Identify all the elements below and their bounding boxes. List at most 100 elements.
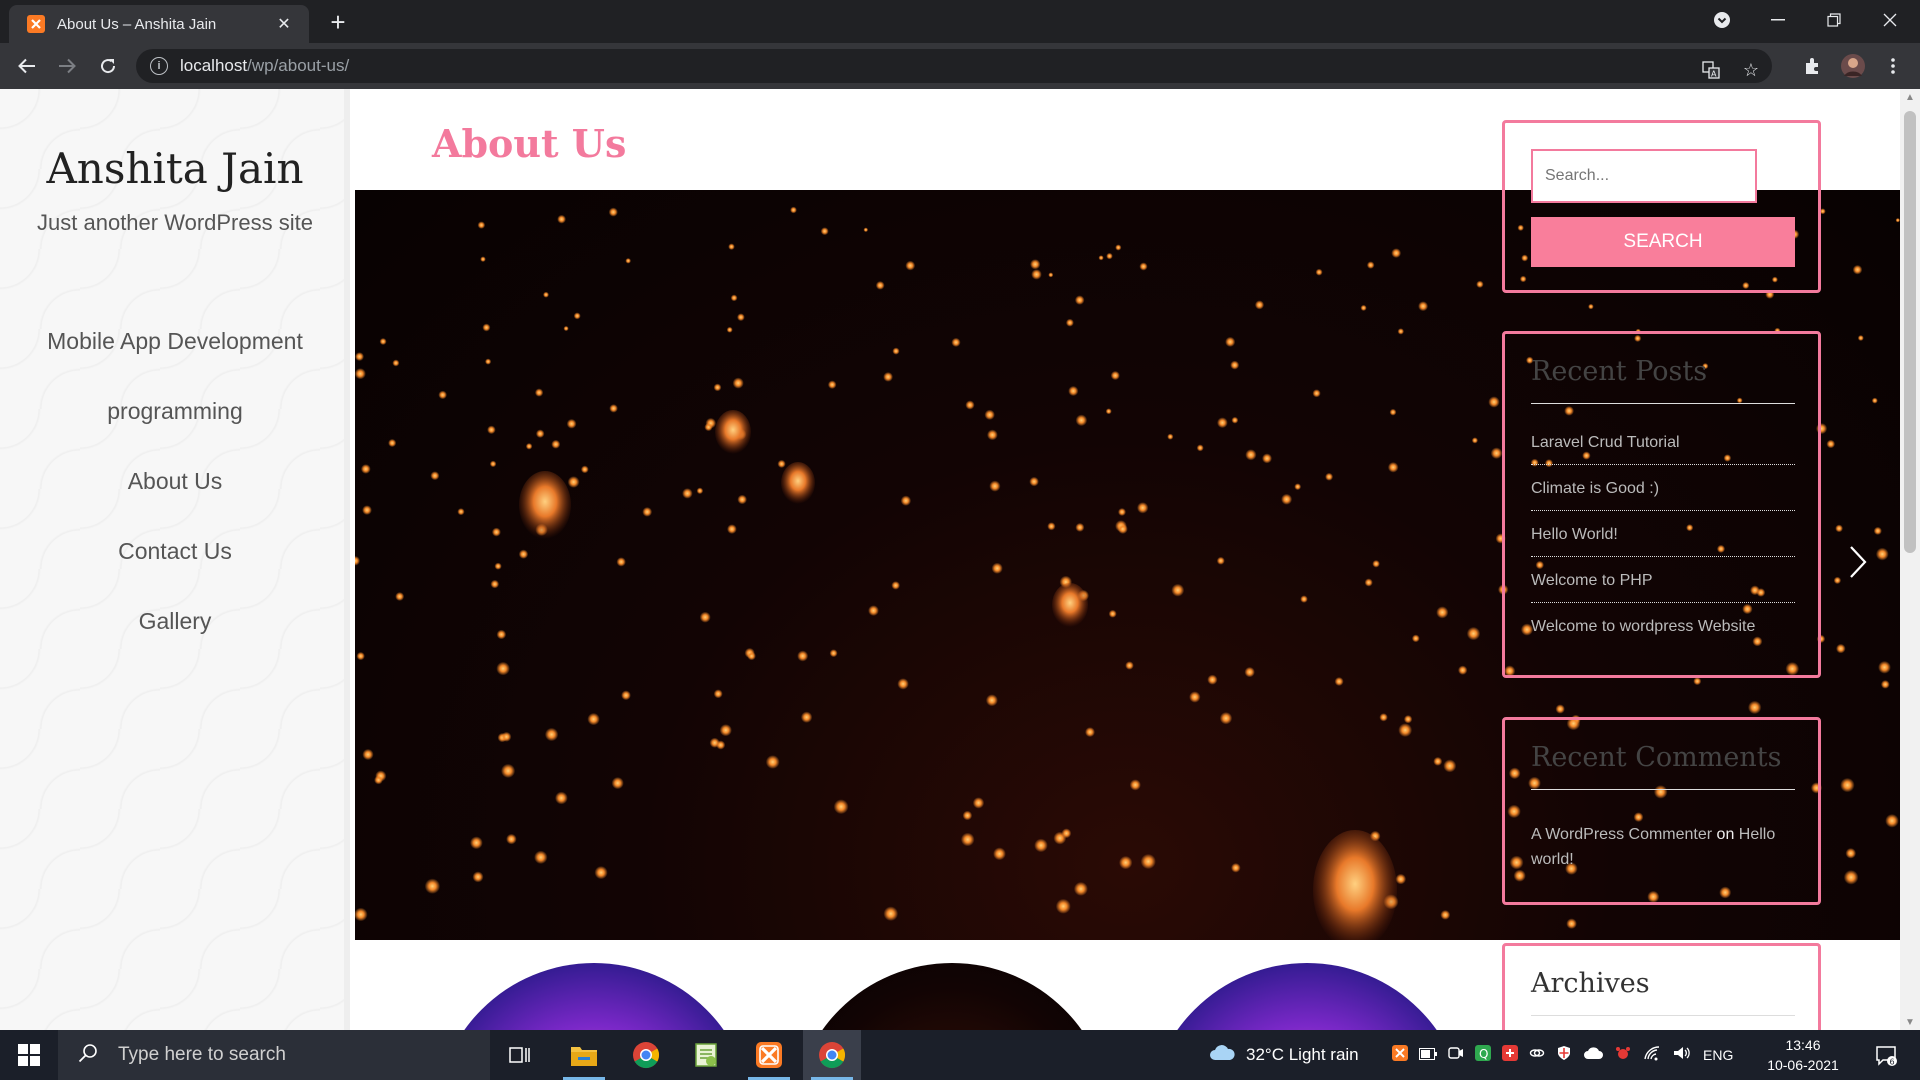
- restore-icon[interactable]: [1806, 0, 1862, 40]
- lantern-glow: [1225, 336, 1236, 347]
- lantern-glow: [1364, 578, 1373, 587]
- lantern-glow: [989, 480, 1001, 492]
- windows-taskbar: Type here to search 32°C Light rain Q EN…: [0, 1030, 1920, 1080]
- weather-widget[interactable]: 32°C Light rain: [1208, 1030, 1359, 1080]
- browser-tab[interactable]: About Us – Anshita Jain ✕: [9, 5, 309, 43]
- translate-icon[interactable]: A: [1696, 55, 1726, 85]
- file-explorer-icon[interactable]: [555, 1030, 613, 1080]
- chrome-icon[interactable]: [617, 1030, 675, 1080]
- wifi-icon[interactable]: [1643, 1045, 1661, 1066]
- security-shield-icon[interactable]: [1556, 1045, 1572, 1066]
- lantern-glow: [1389, 408, 1397, 416]
- lantern-glow: [987, 429, 998, 441]
- search-button[interactable]: SEARCH: [1531, 217, 1795, 267]
- forward-icon[interactable]: [52, 51, 82, 81]
- lantern-glow: [777, 459, 786, 468]
- recent-post-link[interactable]: Hello World!: [1531, 526, 1795, 557]
- recent-post-link[interactable]: Laravel Crud Tutorial: [1531, 434, 1795, 465]
- lantern-glow: [611, 777, 624, 790]
- gallery-thumbnail-purple-sky-2[interactable]: [1148, 963, 1466, 1030]
- close-window-icon[interactable]: [1862, 0, 1918, 40]
- recent-post-link[interactable]: Welcome to wordpress Website: [1531, 618, 1795, 648]
- battery-icon[interactable]: [1419, 1045, 1437, 1065]
- lantern-glow: [682, 488, 693, 499]
- lantern-glow: [567, 476, 580, 488]
- profile-avatar[interactable]: [1838, 51, 1868, 81]
- page-title: About Us: [432, 121, 627, 166]
- windows-start-icon[interactable]: [0, 1030, 58, 1080]
- lantern-glow: [1466, 626, 1481, 641]
- menu-item-contact-us[interactable]: Contact Us: [0, 538, 350, 565]
- notepad-plus-plus-icon[interactable]: [677, 1030, 735, 1080]
- recent-post-link[interactable]: Welcome to PHP: [1531, 572, 1795, 603]
- menu-item-gallery[interactable]: Gallery: [0, 608, 350, 635]
- new-tab-button[interactable]: +: [324, 7, 352, 37]
- lantern-glow: [900, 495, 912, 506]
- lantern-glow: [355, 907, 368, 922]
- lantern-glow: [557, 214, 566, 224]
- lantern-glow: [726, 326, 733, 333]
- lantern-glow: [543, 291, 549, 298]
- lantern-glow: [800, 711, 813, 723]
- scroll-down-arrow-icon[interactable]: ▼: [1900, 1014, 1920, 1030]
- menu-item-mobile-app-development[interactable]: Mobile App Development: [0, 328, 350, 355]
- page-scrollbar[interactable]: ▲ ▼: [1900, 89, 1920, 1030]
- task-view-icon[interactable]: [490, 1030, 548, 1080]
- site-info-icon[interactable]: i: [150, 57, 168, 75]
- antivirus-red-icon[interactable]: [1614, 1045, 1632, 1066]
- taskbar-clock[interactable]: 13:46 10-06-2021: [1748, 1035, 1858, 1075]
- slider-next-chevron-icon[interactable]: [1848, 545, 1878, 585]
- lantern-glow: [1433, 756, 1443, 766]
- lantern-glow: [1488, 396, 1500, 408]
- lantern-glow: [1061, 828, 1072, 839]
- taskbar-search-box[interactable]: Type here to search: [58, 1030, 490, 1080]
- scrollbar-thumb[interactable]: [1904, 111, 1916, 553]
- lantern-glow: [1117, 524, 1128, 534]
- onedrive-cloud-icon[interactable]: [1583, 1045, 1603, 1065]
- recent-post-link[interactable]: Climate is Good :): [1531, 480, 1795, 511]
- lantern-glow: [360, 464, 371, 474]
- xampp-tray-icon[interactable]: [1392, 1044, 1408, 1066]
- search-widget: SEARCH: [1502, 120, 1821, 293]
- gallery-thumbnail-purple-sky-1[interactable]: [435, 963, 753, 1030]
- extensions-icon[interactable]: [1797, 51, 1827, 81]
- search-input[interactable]: [1531, 149, 1757, 203]
- notification-center-icon[interactable]: 6: [1866, 1030, 1906, 1080]
- back-icon[interactable]: [12, 51, 42, 81]
- lantern-glow: [501, 763, 516, 779]
- recent-comments-title: Recent Comments: [1531, 742, 1795, 790]
- tab-search-icon[interactable]: [1694, 0, 1750, 40]
- site-title[interactable]: Anshita Jain: [0, 144, 350, 193]
- scroll-up-arrow-icon[interactable]: ▲: [1900, 89, 1920, 105]
- lantern-glow: [608, 207, 618, 217]
- lantern-glow: [1068, 385, 1079, 397]
- lantern-glow: [477, 221, 486, 229]
- qbittorrent-icon[interactable]: Q: [1475, 1044, 1491, 1066]
- lantern-glow: [491, 527, 501, 537]
- minimize-icon[interactable]: [1750, 0, 1806, 40]
- link-icon[interactable]: [1529, 1045, 1545, 1066]
- menu-item-programming[interactable]: programming: [0, 398, 350, 425]
- lantern-glow: [1110, 370, 1120, 381]
- comment-author-link[interactable]: A WordPress Commenter: [1531, 826, 1712, 843]
- webcam-icon[interactable]: [1448, 1045, 1464, 1066]
- reload-icon[interactable]: [93, 51, 123, 81]
- red-app-icon[interactable]: [1502, 1044, 1518, 1066]
- volume-icon[interactable]: [1672, 1045, 1692, 1066]
- lantern-glow: [525, 443, 533, 450]
- chrome-active-icon[interactable]: [803, 1030, 861, 1080]
- clock-time: 13:46: [1785, 1037, 1821, 1053]
- gallery-thumbnail-lanterns[interactable]: [793, 963, 1111, 1030]
- lantern-large-1: [519, 471, 571, 539]
- lantern-glow: [1880, 680, 1890, 689]
- bookmark-star-icon[interactable]: ☆: [1736, 55, 1766, 85]
- language-indicator[interactable]: ENG: [1703, 1047, 1733, 1063]
- menu-item-about-us[interactable]: About Us: [0, 468, 350, 495]
- xampp-icon[interactable]: [740, 1030, 798, 1080]
- close-tab-icon[interactable]: ✕: [273, 13, 295, 35]
- menu-kebab-icon[interactable]: [1878, 51, 1908, 81]
- lantern-glow: [1490, 447, 1503, 460]
- lantern-glow: [1379, 713, 1388, 722]
- address-bar[interactable]: i localhost/wp/about-us/ A ☆: [136, 49, 1772, 83]
- lantern-glow: [797, 650, 809, 662]
